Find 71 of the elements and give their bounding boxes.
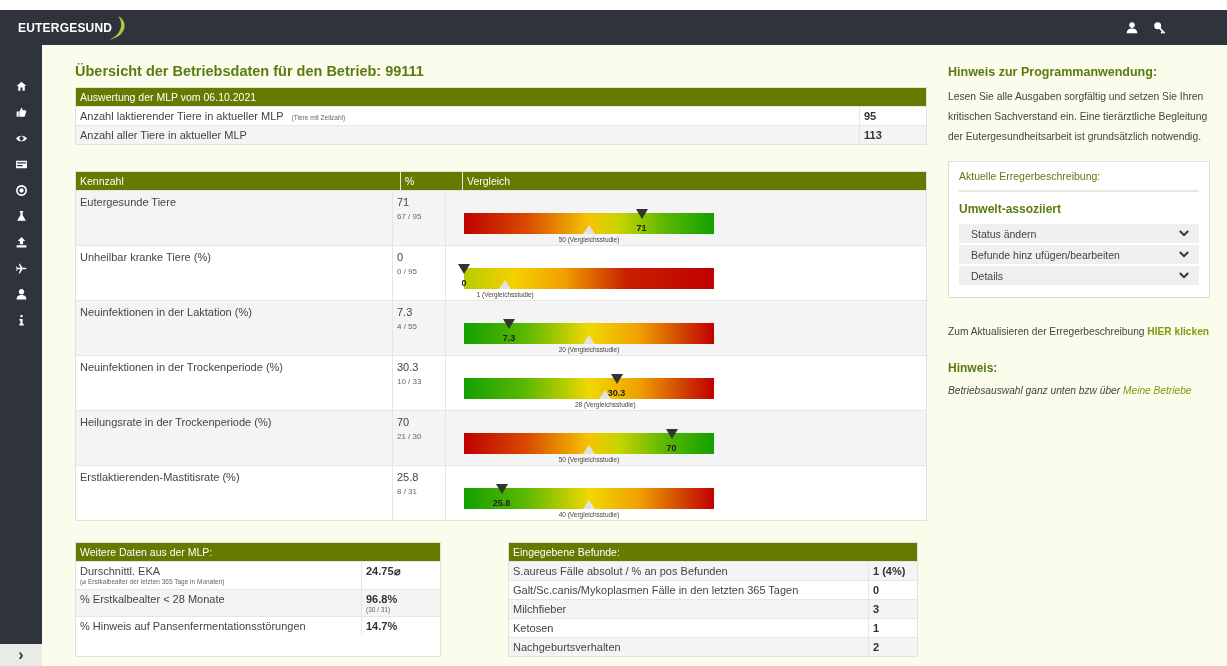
percent-value: 30.3 [397, 361, 420, 373]
table-heading: Auswertung der MLP vom 06.10.2021 [80, 91, 257, 103]
row-value: 24.75⌀ [366, 565, 401, 578]
table-cell-text: Milchfieber [512, 602, 568, 617]
key-icon[interactable] [1153, 20, 1167, 35]
percent-value: 7.3 [397, 306, 414, 318]
page-title: Übersicht der Betriebsdaten für den Betrieb: 99111 [75, 63, 425, 79]
user-icon[interactable] [14, 288, 28, 301]
hint-text: Lesen Sie alle Ausgaben sorgfältig und setzen Sie Ihren kritischen Sachverstand ein. Eine tierärztliche Begleitung der Eutergesundheitsarbeit ist grundsätzlich notwendig. [948, 90, 1209, 144]
chevron-icon [1179, 272, 1189, 279]
update-text: Zum Aktualisieren der Erregerbeschreibung HIER klicken [948, 326, 1210, 337]
ratio-value: 21 / 30 [397, 432, 423, 441]
row-label: Anzahl laktierender Tiere in aktueller MLP [80, 110, 284, 122]
card-icon[interactable] [14, 158, 28, 171]
logo-text: EUTERGESUND [18, 20, 113, 35]
accordion-item[interactable]: Status ändern [959, 224, 1199, 243]
thumbs-up-icon[interactable] [14, 106, 28, 119]
column-header: Kennzahl [79, 174, 125, 189]
table-cell: 1 (4%) [868, 562, 917, 580]
ratio-value: 4 / 55 [397, 322, 418, 331]
table-cell-text: Neuinfektionen in der Laktation (%) [79, 305, 253, 320]
home-icon[interactable] [14, 80, 28, 93]
table-cell-text: Neuinfektionen in der Trockenperiode (%) [79, 360, 284, 375]
row-label: Anzahl aller Tiere in aktueller MLP [80, 129, 247, 141]
user-icon[interactable] [1125, 20, 1139, 35]
marker-label: 25.8 [492, 498, 511, 508]
chevron-icon [1179, 251, 1189, 258]
table-cell-text: Ketosen [512, 621, 555, 636]
table-heading: Weitere Daten aus der MLP: [80, 546, 213, 558]
pathogen-value: Umwelt-assoziiert [959, 202, 1063, 216]
plane-icon[interactable] [14, 262, 28, 275]
chevron-icon [1179, 230, 1189, 237]
table-cell: 3 [868, 600, 917, 618]
row-label: Durschnittl. EKA [80, 565, 161, 577]
marker-label: 71 [636, 223, 647, 233]
note-title: Hinweis: [948, 361, 999, 375]
ratio-value: 67 / 95 [397, 212, 423, 221]
table-cell-text: S.aureus Fälle absolut / % an pos Befunden [512, 564, 729, 579]
flask-icon[interactable] [14, 210, 28, 223]
row-value: 96.8% [366, 593, 398, 605]
note-text: Betriebsauswahl ganz unten bzw über Meine Betriebe [948, 385, 1193, 396]
table-cell: 2 [868, 638, 917, 656]
upload-icon[interactable] [14, 236, 28, 249]
marker-label: 0 [461, 278, 467, 288]
hint-title: Hinweis zur Programmanwendung: [948, 65, 1159, 79]
percent-value: 25.8 [397, 471, 420, 483]
table-cell-text: Unheilbar kranke Tiere (%) [79, 250, 212, 265]
marker-label: 30.3 [607, 388, 626, 398]
marker-label: 70 [666, 443, 677, 453]
accordion-item[interactable]: Befunde hinz ufügen/bearbeiten [959, 245, 1199, 264]
target-icon[interactable] [14, 184, 28, 197]
pathogen-label: Aktuelle Erregerbeschreibung: [959, 170, 1199, 192]
table-cell: 113 [859, 126, 926, 144]
accordion-item[interactable]: Details [959, 266, 1199, 285]
row-value: 14.7% [366, 620, 398, 632]
ratio-value: 0 / 95 [397, 267, 418, 276]
percent-value: 71 [397, 196, 411, 208]
row-label: % Hinweis auf Pansenfermentationsstörungen [80, 620, 306, 632]
marker-label: 7.3 [502, 333, 516, 343]
table-cell-text: Galt/Sc.canis/Mykoplasmen Fälle in den letzten 365 Tagen [512, 583, 800, 598]
table-cell-text: Erstlaktierenden-Mastitisrate (%) [79, 470, 241, 485]
ratio-value: 8 / 31 [397, 487, 418, 496]
table-heading: Eingegebene Befunde: [513, 546, 620, 558]
table-cell-text: Eutergesunde Tiere [79, 195, 177, 210]
percent-value: 0 [397, 251, 405, 263]
row-label: % Erstkalbealter < 28 Monate [80, 593, 225, 605]
percent-value: 70 [397, 416, 411, 428]
ratio-value: 10 / 33 [397, 377, 423, 386]
table-cell-text: Heilungsrate in der Trockenperiode (%) [79, 415, 273, 430]
table-cell-text: Nachgeburtsverhalten [512, 640, 622, 655]
expand-sidebar-button[interactable]: › [0, 644, 42, 666]
